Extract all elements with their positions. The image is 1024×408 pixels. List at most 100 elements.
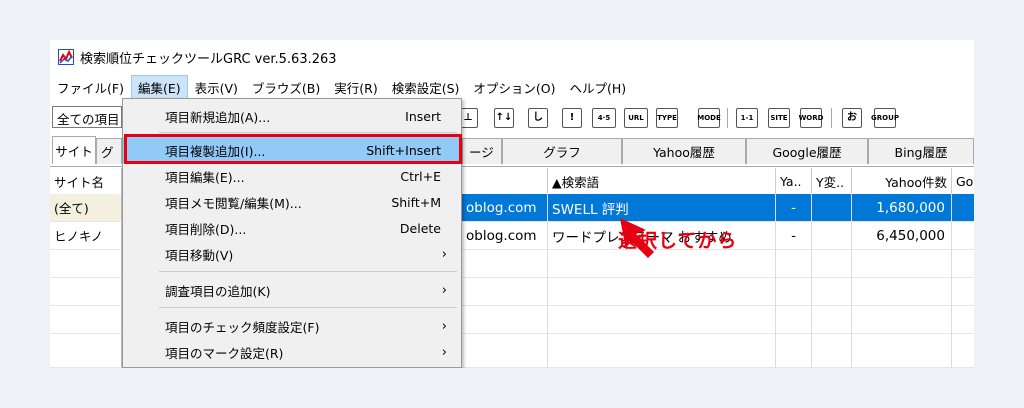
y-change-cell (812, 306, 852, 334)
menu-separator (159, 307, 457, 308)
url-cell (462, 278, 548, 306)
y-change-cell (812, 250, 852, 278)
ya-header[interactable]: Ya.. (776, 168, 812, 194)
keyword-header[interactable]: ▲検索語 (548, 168, 776, 194)
tab-yahoo-history[interactable]: Yahoo履歴 (622, 138, 746, 164)
google-header[interactable]: Go (952, 168, 974, 194)
menu-item-label: 項目のチェック頻度設定(F) (165, 319, 320, 335)
url-cell (462, 250, 548, 278)
menu-item-label: 項目のマーク設定(R) (165, 345, 284, 361)
menu-item-delete[interactable]: 項目削除(D)... Delete (123, 215, 461, 241)
window-title: 検索順位チェックツールGRC ver.5.63.263 (80, 51, 337, 67)
keyword-cell (548, 334, 776, 368)
menu-search-settings[interactable]: 検索設定(S) (385, 75, 467, 100)
menu-edit[interactable]: 編集(E) (130, 74, 188, 100)
menu-help[interactable]: ヘルプ(H) (563, 75, 634, 100)
yahoo-count-cell (852, 334, 952, 368)
toolbar-button-exclaim[interactable]: ! (562, 108, 582, 128)
menu-item-add-survey[interactable]: 調査項目の追加(K) › (123, 277, 461, 303)
google-cell (952, 250, 974, 278)
site-name-header[interactable]: サイト名 (50, 168, 122, 194)
menu-run[interactable]: 実行(R) (327, 75, 384, 100)
menu-item-label: 項目新規追加(A)... (165, 109, 271, 125)
toolbar-separator (727, 108, 728, 128)
url-cell (462, 306, 548, 334)
menu-item-move[interactable]: 項目移動(V) › (123, 241, 461, 267)
yahoo-count-header[interactable]: Yahoo件数 (852, 168, 952, 194)
google-cell (952, 334, 974, 368)
menu-item-check-frequency[interactable]: 項目のチェック頻度設定(F) › (123, 313, 461, 339)
url-cell: oblog.com (462, 222, 548, 250)
menu-item-shortcut: Shift+M (391, 194, 441, 210)
menu-item-label: 項目移動(V) (165, 247, 234, 263)
url-cell (462, 334, 548, 368)
toolbar-separator (831, 108, 832, 128)
menu-view[interactable]: 表示(V) (188, 75, 245, 100)
url-cell: oblog.com (462, 194, 548, 222)
menu-bar: ファイル(F) 編集(E) 表示(V) ブラウズ(B) 実行(R) 検索設定(S… (50, 74, 974, 100)
tab-bing-history[interactable]: Bing履歴 (868, 138, 974, 164)
toolbar-button-shi[interactable]: し (528, 108, 548, 128)
menu-item-add-new[interactable]: 項目新規追加(A)... Insert (123, 103, 461, 129)
google-cell (952, 222, 974, 250)
ya-cell (776, 250, 812, 278)
toolbar-button-url[interactable]: URL (624, 108, 648, 128)
menu-browse[interactable]: ブラウズ(B) (245, 75, 327, 100)
item-filter-combo[interactable]: 全ての項目 (52, 106, 122, 128)
toolbar-button-o[interactable]: お (842, 108, 862, 128)
ya-cell (776, 306, 812, 334)
menu-item-shortcut: Ctrl+E (400, 168, 441, 184)
yahoo-count-cell: 6,450,000 (852, 222, 952, 250)
menu-item-label: 項目編集(E)... (165, 169, 245, 185)
tab-group[interactable]: グ (96, 138, 122, 164)
keyword-cell (548, 306, 776, 334)
url-header[interactable] (462, 168, 548, 194)
grc-window: 検索順位チェックツールGRC ver.5.63.263 ファイル(F) 編集(E… (50, 40, 974, 368)
ya-cell (776, 278, 812, 306)
toolbar-button-site[interactable]: SITE (768, 108, 790, 128)
menu-item-label: 項目削除(D)... (165, 221, 247, 237)
menu-file[interactable]: ファイル(F) (50, 75, 131, 100)
tab-site[interactable]: サイト (52, 136, 96, 164)
keyword-cell (548, 278, 776, 306)
y-change-cell (812, 334, 852, 368)
yahoo-count-cell (852, 306, 952, 334)
menu-item-memo[interactable]: 項目メモ閲覧/編集(M)... Shift+M (123, 189, 461, 215)
grc-app-icon (58, 49, 74, 65)
y-change-header[interactable]: Y変.. (812, 168, 852, 194)
menu-separator (159, 132, 457, 133)
menu-item-shortcut: Delete (399, 220, 441, 236)
menu-item-label: 調査項目の追加(K) (165, 283, 271, 299)
submenu-arrow-icon: › (441, 344, 447, 360)
submenu-arrow-icon: › (441, 282, 447, 298)
annotation-text: 選択してから (618, 230, 738, 252)
toolbar-button-45[interactable]: 4·5 (592, 108, 616, 128)
yahoo-count-cell (852, 250, 952, 278)
toolbar-button-mode[interactable]: MODE (697, 108, 721, 128)
ya-cell (776, 334, 812, 368)
tab-graph[interactable]: グラフ (502, 138, 622, 164)
menu-item-shortcut: Insert (405, 108, 441, 124)
yahoo-count-cell (852, 278, 952, 306)
y-change-cell (812, 194, 852, 222)
google-cell (952, 306, 974, 334)
menu-item-edit[interactable]: 項目編集(E)... Ctrl+E (123, 163, 461, 189)
tab-page[interactable]: ージ (462, 138, 502, 164)
google-cell (952, 194, 974, 222)
yahoo-count-cell: 1,680,000 (852, 194, 952, 222)
google-cell (952, 278, 974, 306)
ya-cell: - (776, 194, 812, 222)
menu-item-mark-settings[interactable]: 項目のマーク設定(R) › (123, 339, 461, 365)
menu-options[interactable]: オプション(O) (466, 75, 562, 100)
toolbar-button-type[interactable]: TYPE (656, 108, 678, 128)
toolbar-button-sort[interactable]: ↑↓ (494, 108, 514, 128)
ya-cell: - (776, 222, 812, 250)
tab-google-history[interactable]: Google履歴 (746, 138, 868, 164)
y-change-cell (812, 278, 852, 306)
toolbar-button-1-1[interactable]: 1-1 (736, 108, 758, 128)
menu-separator (159, 271, 457, 272)
title-bar: 検索順位チェックツールGRC ver.5.63.263 (50, 40, 974, 74)
toolbar-button-word[interactable]: WORD (799, 108, 823, 128)
highlight-box (124, 134, 462, 164)
toolbar-button-group[interactable]: GROUP (871, 108, 899, 128)
